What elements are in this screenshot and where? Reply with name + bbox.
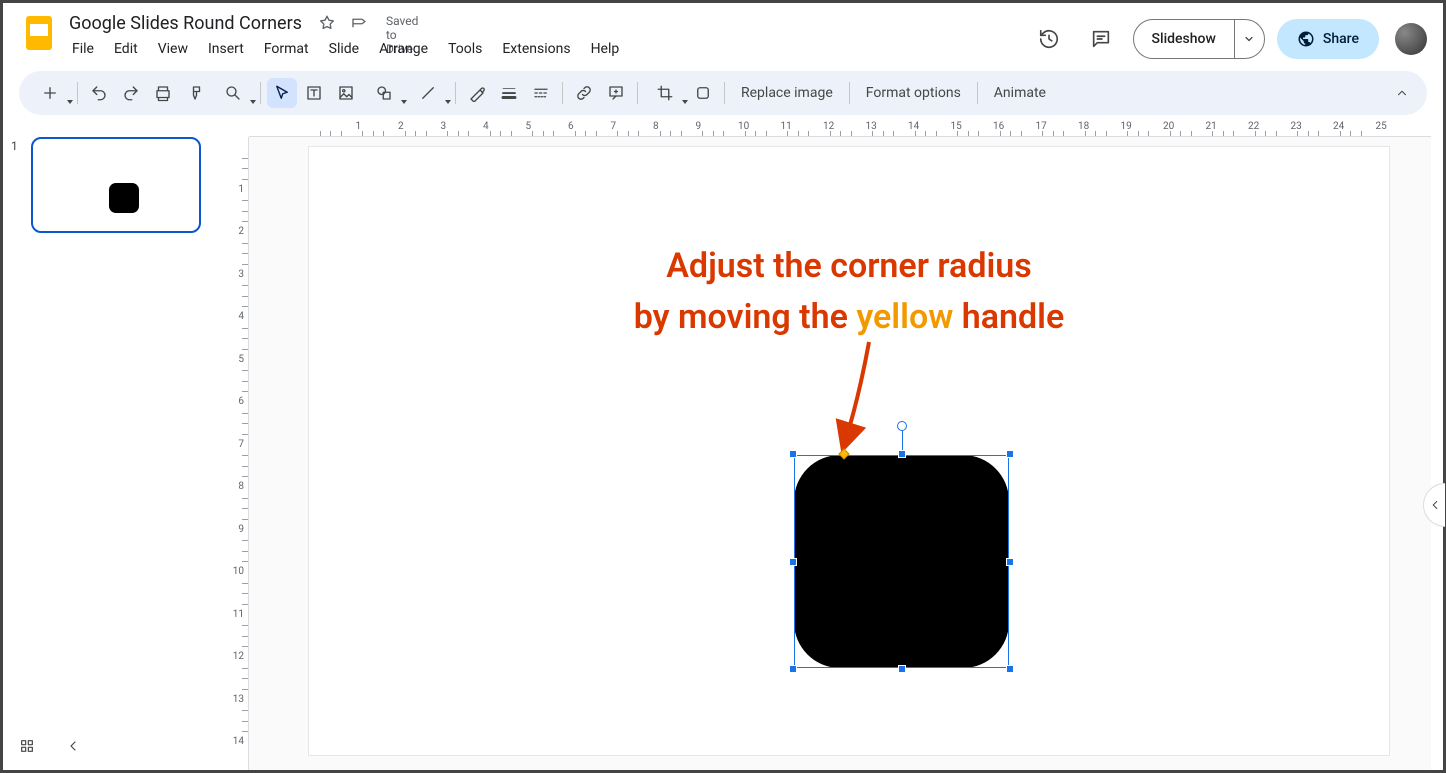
new-slide-button[interactable]	[29, 78, 71, 108]
mask-button[interactable]	[688, 78, 718, 108]
share-label: Share	[1323, 31, 1359, 47]
save-status[interactable]: Saved to Drive	[382, 14, 400, 32]
annotation-arrow	[829, 337, 889, 457]
header: Google Slides Round Corners Saved to Dri…	[3, 3, 1443, 67]
selection-outline	[794, 455, 1009, 668]
separator	[977, 82, 978, 104]
line-tool[interactable]	[407, 78, 449, 108]
filmstrip[interactable]: 1	[3, 121, 227, 770]
slide-canvas[interactable]: Adjust the corner radius by moving the y…	[309, 147, 1389, 755]
menubar: File Edit View Insert Format Slide Arran…	[63, 37, 1029, 61]
horizontal-ruler[interactable]: 1234567891011121314151617181920212223242…	[249, 121, 1431, 137]
selected-shape[interactable]	[794, 455, 1009, 668]
collapse-filmstrip-icon[interactable]	[65, 738, 81, 758]
menu-edit[interactable]: Edit	[105, 37, 147, 61]
annotation-line2-post: handle	[953, 297, 1064, 337]
separator	[260, 82, 261, 104]
rotation-handle[interactable]	[897, 421, 907, 431]
menu-format[interactable]: Format	[255, 37, 318, 61]
link-button[interactable]	[569, 78, 599, 108]
menu-arrange[interactable]: Arrange	[370, 37, 437, 61]
border-weight-button[interactable]	[494, 78, 524, 108]
crop-button[interactable]	[644, 78, 686, 108]
menu-extensions[interactable]: Extensions	[493, 37, 579, 61]
menu-view[interactable]: View	[149, 37, 197, 61]
move-icon[interactable]	[350, 14, 368, 32]
resize-handle-ml[interactable]	[789, 558, 797, 566]
share-button[interactable]: Share	[1277, 19, 1379, 59]
comments-icon[interactable]	[1081, 19, 1121, 59]
menu-file[interactable]: File	[63, 37, 103, 61]
slides-logo[interactable]	[19, 11, 59, 51]
comment-button[interactable]	[601, 78, 631, 108]
menu-help[interactable]: Help	[582, 37, 629, 61]
replace-image-button[interactable]: Replace image	[731, 78, 843, 108]
header-actions: Slideshow Share	[1029, 11, 1427, 59]
annotation-text: Adjust the corner radius by moving the y…	[579, 241, 1119, 343]
resize-handle-bl[interactable]	[789, 665, 797, 673]
separator	[562, 82, 563, 104]
textbox-tool[interactable]	[299, 78, 329, 108]
canvas-area: 1234567891011121314151617181920212223242…	[227, 121, 1443, 770]
separator	[637, 82, 638, 104]
border-color-button[interactable]	[462, 78, 492, 108]
border-dash-button[interactable]	[526, 78, 556, 108]
zoom-button[interactable]	[212, 78, 254, 108]
star-icon[interactable]	[318, 14, 336, 32]
image-tool[interactable]	[331, 78, 361, 108]
collapse-toolbar-button[interactable]	[1387, 78, 1417, 108]
account-avatar[interactable]	[1395, 23, 1427, 55]
rotation-connector	[902, 429, 903, 451]
thumbnail-shape	[109, 183, 139, 213]
menu-slide[interactable]: Slide	[320, 37, 368, 61]
print-button[interactable]	[148, 78, 178, 108]
separator	[849, 82, 850, 104]
slide-thumbnail-1[interactable]	[31, 137, 201, 233]
undo-button[interactable]	[84, 78, 114, 108]
menu-tools[interactable]: Tools	[439, 37, 491, 61]
animate-button[interactable]: Animate	[984, 78, 1056, 108]
paint-format-button[interactable]	[180, 78, 210, 108]
workspace: 1 12345678910111213141516171819202122232…	[3, 121, 1443, 770]
annotation-line2-pre: by moving the	[634, 297, 857, 337]
annotation-line1: Adjust the corner radius	[666, 246, 1032, 286]
resize-handle-mr[interactable]	[1006, 558, 1014, 566]
history-icon[interactable]	[1029, 19, 1069, 59]
toolbar: Replace image Format options Animate	[19, 71, 1427, 115]
canvas-viewport[interactable]: Adjust the corner radius by moving the y…	[249, 137, 1431, 770]
annotation-highlight: yellow	[856, 297, 953, 337]
separator	[724, 82, 725, 104]
separator	[77, 82, 78, 104]
titlebar: Google Slides Round Corners Saved to Dri…	[63, 11, 1029, 61]
save-status-text: Saved to Drive	[386, 14, 404, 32]
slideshow-split-button: Slideshow	[1133, 19, 1265, 59]
document-title[interactable]: Google Slides Round Corners	[63, 11, 308, 36]
resize-handle-tl[interactable]	[789, 450, 797, 458]
slideshow-button[interactable]: Slideshow	[1134, 20, 1234, 58]
grid-view-icon[interactable]	[19, 738, 35, 758]
select-tool[interactable]	[267, 78, 297, 108]
resize-handle-bm[interactable]	[898, 665, 906, 673]
format-options-button[interactable]: Format options	[856, 78, 971, 108]
resize-handle-tr[interactable]	[1006, 450, 1014, 458]
resize-handle-tm[interactable]	[898, 450, 906, 458]
redo-button[interactable]	[116, 78, 146, 108]
slideshow-dropdown[interactable]	[1234, 20, 1264, 58]
menu-insert[interactable]: Insert	[199, 37, 253, 61]
slide-number: 1	[11, 137, 25, 233]
separator	[455, 82, 456, 104]
vertical-ruler[interactable]: 1234567891011121314	[227, 137, 249, 770]
resize-handle-br[interactable]	[1006, 665, 1014, 673]
shape-tool[interactable]	[363, 78, 405, 108]
